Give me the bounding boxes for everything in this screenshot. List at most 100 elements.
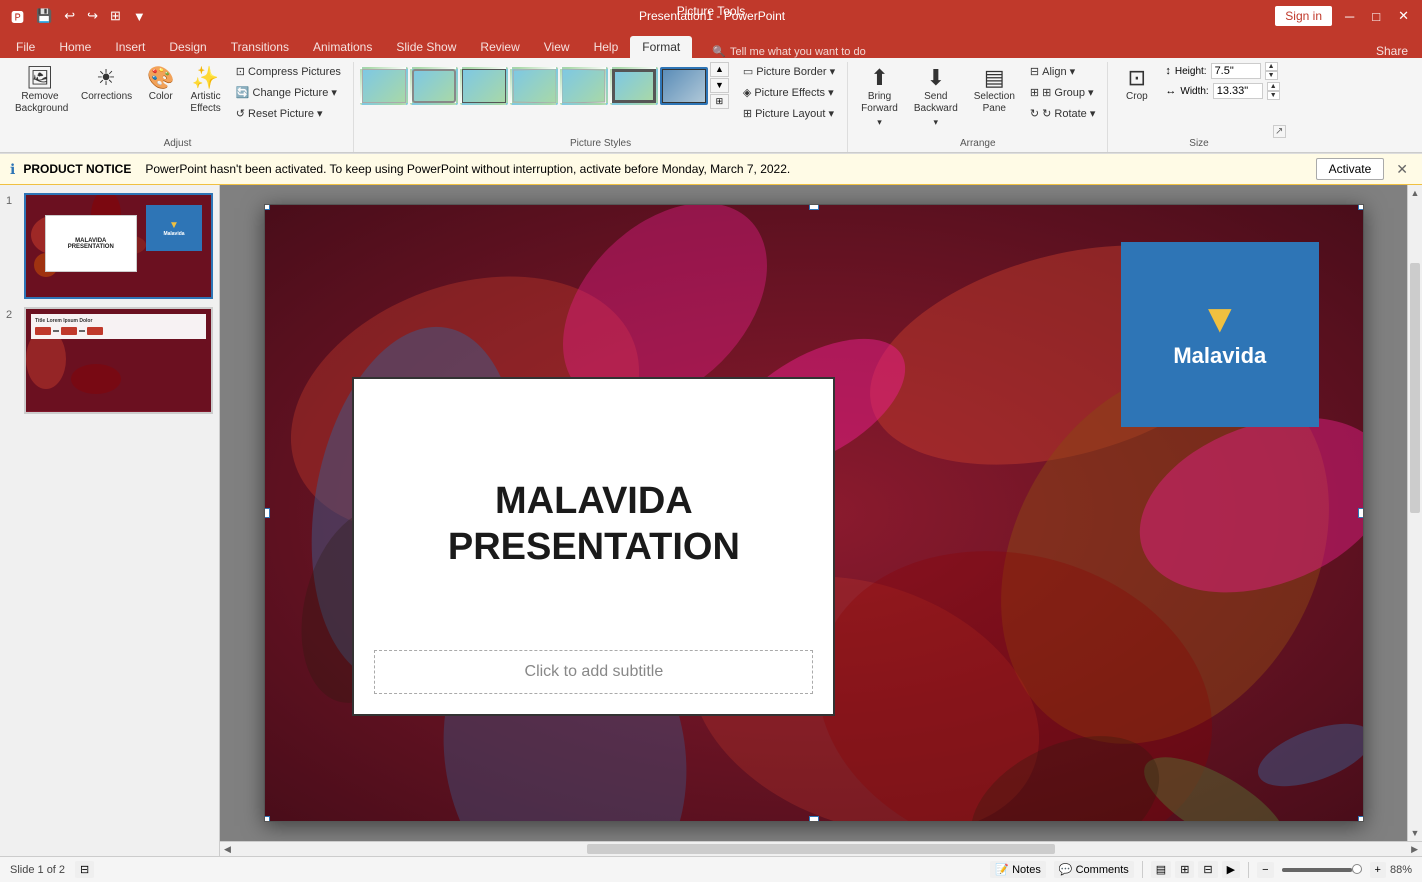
- tab-insert[interactable]: Insert: [103, 36, 157, 58]
- width-up[interactable]: ▲: [1267, 82, 1280, 91]
- zoom-out-button[interactable]: −: [1257, 862, 1273, 878]
- canvas-with-scroll: MALAVIDA PRESENTATION Click to add subti…: [220, 185, 1422, 856]
- zoom-level: 88%: [1390, 864, 1412, 876]
- height-input[interactable]: [1211, 63, 1261, 79]
- bring-forward-button[interactable]: ⬆ Bring Forward ▾: [854, 62, 905, 133]
- sel-handle-tc[interactable]: [809, 204, 819, 210]
- change-picture-button[interactable]: 🔄 Change Picture ▾: [230, 83, 347, 102]
- align-button[interactable]: ⊟ Align ▾: [1024, 62, 1101, 81]
- size-dialog-launcher[interactable]: ↗: [1273, 125, 1286, 138]
- sel-handle-tr[interactable]: [1358, 204, 1364, 210]
- sel-handle-bl[interactable]: [264, 816, 270, 822]
- redo-button[interactable]: ↪: [84, 6, 101, 26]
- style-thumb-6[interactable]: [610, 67, 658, 105]
- tab-design[interactable]: Design: [157, 36, 218, 58]
- bring-forward-label: Bring Forward: [861, 91, 898, 115]
- style-thumb-3[interactable]: [460, 67, 508, 105]
- scroll-up-arrow[interactable]: ▲: [1408, 185, 1422, 201]
- slideshow-button[interactable]: ▶: [1222, 861, 1240, 878]
- tab-transitions[interactable]: Transitions: [219, 36, 301, 58]
- sel-handle-tl[interactable]: [264, 204, 270, 210]
- rotate-button[interactable]: ↻ ↻ Rotate ▾: [1024, 104, 1101, 123]
- normal-view-button[interactable]: ▤: [1151, 861, 1171, 878]
- hscroll-thumb[interactable]: [587, 844, 1056, 854]
- zoom-in-button[interactable]: +: [1370, 862, 1386, 878]
- tab-view[interactable]: View: [532, 36, 582, 58]
- gallery-more[interactable]: ⊞: [710, 94, 729, 109]
- qa-dropdown[interactable]: ▼: [130, 7, 149, 26]
- reading-view-button[interactable]: ⊟: [1198, 861, 1217, 878]
- notification-bar: ℹ PRODUCT NOTICE PowerPoint hasn't been …: [0, 154, 1422, 185]
- send-backward-button[interactable]: ⬇ Send Backward ▾: [907, 62, 965, 133]
- tab-review[interactable]: Review: [468, 36, 531, 58]
- close-button[interactable]: ✕: [1393, 6, 1414, 26]
- slide-2-thumb[interactable]: Title Lorem Ipsum Dolor: [24, 307, 213, 413]
- sel-handle-br[interactable]: [1358, 816, 1364, 822]
- canvas-area[interactable]: MALAVIDA PRESENTATION Click to add subti…: [220, 185, 1407, 841]
- tab-help[interactable]: Help: [582, 36, 631, 58]
- fit-slide-button[interactable]: ⊟: [75, 861, 94, 878]
- maximize-button[interactable]: □: [1367, 7, 1385, 26]
- hscroll-left-arrow[interactable]: ◀: [220, 842, 235, 857]
- minimize-button[interactable]: ─: [1340, 7, 1359, 26]
- width-down[interactable]: ▼: [1267, 91, 1280, 100]
- send-backward-dropdown[interactable]: ▾: [934, 117, 939, 128]
- picture-layout-button[interactable]: ⊞ Picture Layout ▾: [737, 104, 841, 123]
- style-thumb-2[interactable]: [410, 67, 458, 105]
- sel-handle-mr[interactable]: [1358, 508, 1364, 518]
- artistic-effects-button[interactable]: ✨ Artistic Effects: [183, 62, 227, 120]
- rotate-icon: ↻: [1030, 107, 1039, 120]
- bring-forward-dropdown[interactable]: ▾: [877, 117, 882, 128]
- activate-button[interactable]: Activate: [1316, 158, 1385, 180]
- subtitle-text-box[interactable]: Click to add subtitle: [374, 650, 813, 694]
- tab-format[interactable]: Format: [630, 36, 692, 58]
- picture-effects-button[interactable]: ◈ Picture Effects ▾: [737, 83, 841, 102]
- gallery-scroll-up[interactable]: ▲: [710, 62, 729, 77]
- slide-sorter-button[interactable]: ⊞: [1175, 861, 1194, 878]
- scroll-down-arrow[interactable]: ▼: [1408, 825, 1422, 841]
- share-button[interactable]: Share: [1366, 44, 1418, 58]
- style-thumb-7[interactable]: [660, 67, 708, 105]
- sel-handle-ml[interactable]: [264, 508, 270, 518]
- adjust-group-items: 🖼 Remove Background ☀ Corrections 🎨 Colo…: [8, 62, 347, 133]
- zoom-slider[interactable]: [1282, 868, 1362, 872]
- notes-button[interactable]: 📝 Notes: [990, 861, 1046, 878]
- crop-button[interactable]: ⊡ Crop: [1114, 62, 1159, 108]
- slide-1-thumb[interactable]: MALAVIDAPRESENTATION ▼ Malavida: [24, 193, 213, 299]
- color-button[interactable]: 🎨 Color: [140, 62, 181, 108]
- group-button[interactable]: ⊞ ⊞ Group ▾: [1024, 83, 1101, 102]
- scroll-thumb[interactable]: [1410, 263, 1420, 513]
- style-thumb-5[interactable]: [560, 67, 608, 105]
- picture-border-button[interactable]: ▭ Picture Border ▾: [737, 62, 841, 81]
- style-thumb-1[interactable]: [360, 67, 408, 105]
- comments-button[interactable]: 💬 Comments: [1054, 861, 1134, 878]
- title-text-box[interactable]: MALAVIDA PRESENTATION Click to add subti…: [352, 377, 835, 716]
- tab-file[interactable]: File: [4, 36, 47, 58]
- height-down[interactable]: ▼: [1265, 71, 1278, 80]
- hscroll-right-arrow[interactable]: ▶: [1407, 842, 1422, 857]
- width-input[interactable]: [1213, 83, 1263, 99]
- corrections-button[interactable]: ☀ Corrections: [74, 62, 138, 108]
- height-up[interactable]: ▲: [1265, 62, 1278, 71]
- tab-slideshow[interactable]: Slide Show: [384, 36, 468, 58]
- notification-close[interactable]: ✕: [1392, 161, 1412, 178]
- undo-button[interactable]: ↩: [61, 6, 78, 26]
- tab-home[interactable]: Home: [47, 36, 103, 58]
- compress-pictures-button[interactable]: ⊡ Compress Pictures: [230, 62, 347, 81]
- reset-dropdown[interactable]: ▾: [317, 107, 323, 120]
- tell-me-text[interactable]: Tell me what you want to do: [730, 46, 866, 58]
- zoom-thumb[interactable]: [1352, 864, 1362, 874]
- picture-border-icon: ▭: [743, 65, 753, 78]
- gallery-scroll-down[interactable]: ▼: [710, 78, 729, 93]
- crop-icon: ⊡: [1128, 67, 1146, 89]
- remove-background-button[interactable]: 🖼 Remove Background: [8, 62, 72, 120]
- reset-picture-button[interactable]: ↺ Reset Picture ▾: [230, 104, 347, 123]
- style-thumb-4[interactable]: [510, 67, 558, 105]
- sel-handle-bc[interactable]: [809, 816, 819, 822]
- sign-in-button[interactable]: Sign in: [1275, 6, 1332, 26]
- tab-animations[interactable]: Animations: [301, 36, 384, 58]
- save-button[interactable]: 💾: [33, 6, 55, 26]
- selection-pane-button[interactable]: ▤ Selection Pane: [967, 62, 1022, 120]
- title-bar-right: Sign in ─ □ ✕: [1275, 6, 1414, 26]
- change-picture-dropdown[interactable]: ▾: [331, 86, 337, 99]
